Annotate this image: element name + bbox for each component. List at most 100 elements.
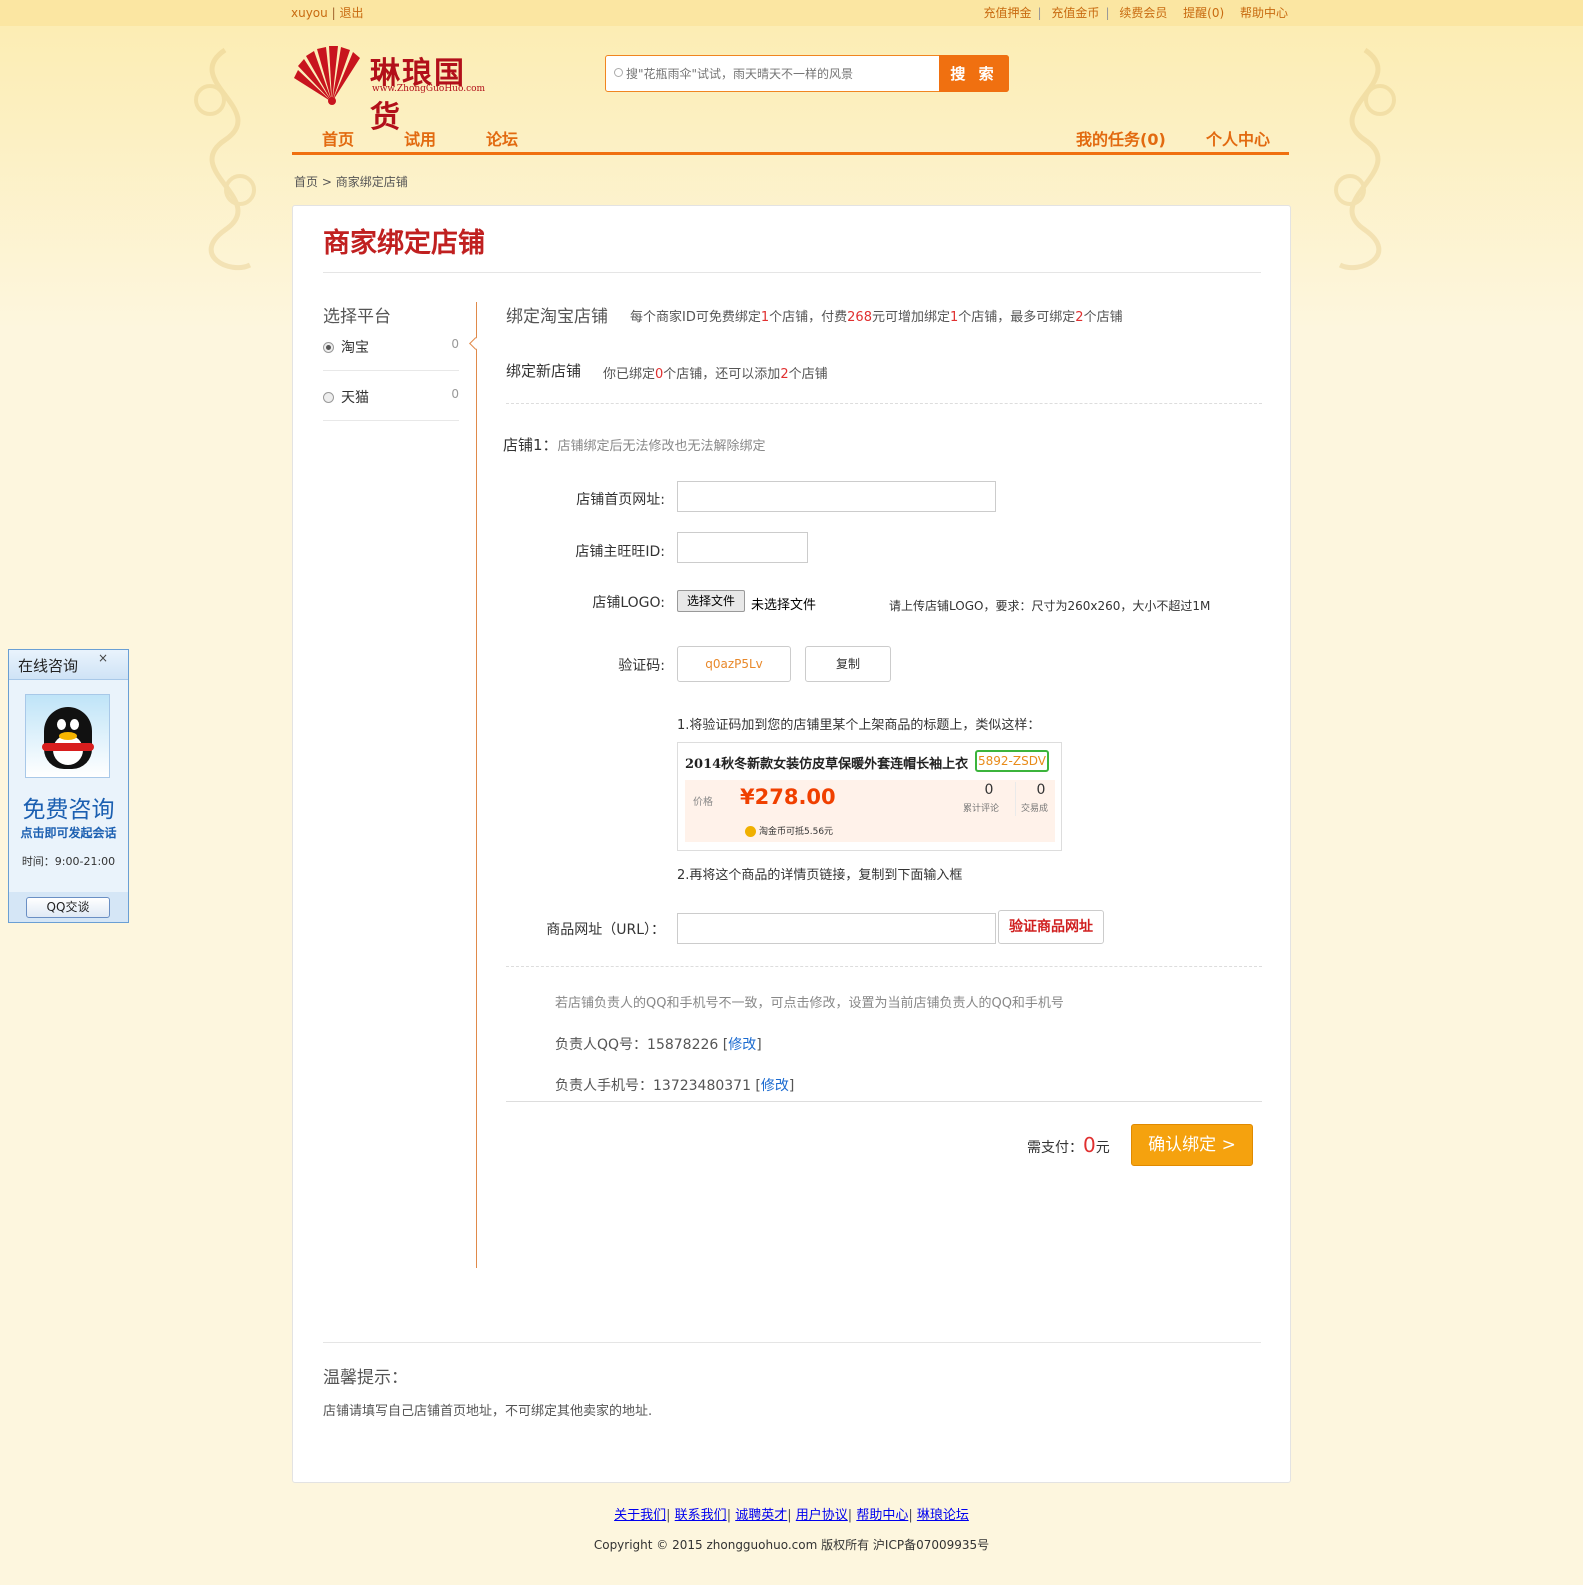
ornament-right xyxy=(1334,47,1396,271)
platform-item-tmall[interactable]: 天猫 0 xyxy=(323,371,459,421)
reviews-count: 0 xyxy=(984,782,994,798)
nav-user-center[interactable]: 个人中心 xyxy=(1206,126,1270,150)
step1-instruction: 1.将验证码加到您的店铺里某个上架商品的标题上，类似这样： xyxy=(677,718,1041,733)
qq-widget-headline[interactable]: 免费咨询 xyxy=(9,790,128,824)
code-label: 验证码: xyxy=(618,658,665,674)
confirm-bind-button[interactable]: 确认绑定 > xyxy=(1131,1124,1253,1166)
reviews-label: 累计评论 xyxy=(963,804,1000,814)
product-url-input[interactable] xyxy=(677,913,996,944)
price-label: 价格 xyxy=(693,797,713,808)
bind-taobao-heading: 绑定淘宝店铺 xyxy=(506,307,608,327)
vertical-divider xyxy=(476,302,477,1268)
qq-label: 负责人QQ号： xyxy=(555,1037,648,1053)
footer-careers-link[interactable]: 诚聘英才 xyxy=(735,1508,787,1523)
phone-number: 13723480371 xyxy=(653,1078,751,1094)
choose-file-button[interactable]: 选择文件 xyxy=(677,590,745,612)
top-bar: xuyou | 退出 充值押金 | 充值金币 | 续费会员 提醒(0) 帮助中心 xyxy=(0,0,1583,26)
coin-icon xyxy=(745,826,756,837)
footer-about-link[interactable]: 关于我们 xyxy=(614,1508,666,1523)
sample-price-box: 价格 ¥278.00 0 累计评论 0 交易成 淘金币可抵5.56元 xyxy=(685,780,1055,842)
pay-number: 0 xyxy=(1083,1133,1096,1157)
search-bar: 搜 索 xyxy=(605,55,1009,92)
qq-widget-header: 在线咨询 × xyxy=(9,650,128,680)
search-input[interactable] xyxy=(612,56,932,91)
contact-qq-row: 负责人QQ号：15878226 [修改] xyxy=(555,1037,762,1053)
sample-product-title: 2014秋冬新款女装仿皮草保暖外套连帽长袖上衣 xyxy=(685,757,969,772)
shop1-note: 店铺绑定后无法修改也无法解除绑定 xyxy=(557,439,766,454)
copy-button[interactable]: 复制 xyxy=(805,646,891,682)
platform-count: 0 xyxy=(451,337,459,351)
main-panel: 商家绑定店铺 选择平台 淘宝 0 天猫 0 绑定淘宝店铺 每个商家ID可免费绑定… xyxy=(292,205,1291,1483)
sample-code-highlight: 5892-ZSDV xyxy=(975,750,1049,772)
shop1-title: 店铺1： xyxy=(503,436,558,454)
product-url-label: 商品网址（URL）： xyxy=(546,922,665,938)
help-center-link[interactable]: 帮助中心 xyxy=(1240,6,1288,20)
nav-forum[interactable]: 论坛 xyxy=(486,126,518,150)
qq-chat-button[interactable]: QQ交谈 xyxy=(26,897,110,918)
coin-note: 淘金币可抵5.56元 xyxy=(745,824,833,837)
pointer-arrow-icon xyxy=(469,337,482,350)
qq-widget-footer: QQ交谈 xyxy=(9,892,128,922)
qq-widget-hours: 时间：9:00-21:00 xyxy=(21,855,116,868)
shop-url-input[interactable] xyxy=(677,481,996,512)
fan-logo-icon xyxy=(294,46,360,105)
logo-url: www.ZhongGuoHuo.com xyxy=(372,84,486,94)
contact-note: 若店铺负责人的QQ和手机号不一致，可点击修改，设置为当前店铺负责人的QQ和手机号 xyxy=(555,996,1064,1011)
payment-amount: 需支付：0元 xyxy=(1027,1133,1110,1157)
footer-agreement-link[interactable]: 用户协议 xyxy=(796,1508,848,1523)
divider xyxy=(1015,782,1016,816)
search-button[interactable]: 搜 索 xyxy=(939,55,1009,92)
penguin-icon xyxy=(42,707,94,769)
site-logo[interactable]: 琳琅国货 www.ZhongGuoHuo.com xyxy=(292,44,492,135)
dashed-divider xyxy=(506,403,1262,404)
radio-icon[interactable] xyxy=(323,392,334,403)
shop1-header: 店铺1：店铺绑定后无法修改也无法解除绑定 xyxy=(503,434,766,455)
dashed-divider xyxy=(506,966,1262,967)
footer-forum-link[interactable]: 琳琅论坛 xyxy=(917,1508,969,1523)
edit-phone-link[interactable]: 修改 xyxy=(761,1078,789,1094)
divider xyxy=(323,272,1261,273)
recharge-deposit-link[interactable]: 充值押金 xyxy=(984,6,1032,20)
pay-unit: 元 xyxy=(1095,1140,1110,1156)
logo-label: 店铺LOGO: xyxy=(592,595,665,611)
footer-contact-link[interactable]: 联系我们 xyxy=(675,1508,727,1523)
username-link[interactable]: xuyou xyxy=(291,6,328,20)
footer-help-link[interactable]: 帮助中心 xyxy=(856,1508,908,1523)
breadcrumb-home[interactable]: 首页 xyxy=(294,175,318,189)
wangwang-id-input[interactable] xyxy=(677,532,808,563)
close-icon[interactable]: × xyxy=(98,651,108,665)
wangwang-label: 店铺主旺旺ID: xyxy=(575,544,665,560)
nav-home[interactable]: 首页 xyxy=(322,126,354,150)
contact-phone-row: 负责人手机号：13723480371 [修改] xyxy=(555,1078,795,1094)
radio-selected-icon[interactable] xyxy=(323,342,334,353)
logo-hint: 请上传店铺LOGO，要求：尺寸为260x260，大小不超过1M xyxy=(889,599,1211,613)
divider xyxy=(323,1342,1261,1343)
new-shop-heading: 绑定新店铺 xyxy=(506,362,582,380)
step2-instruction: 2.再将这个商品的详情页链接，复制到下面输入框 xyxy=(677,868,963,883)
file-status: 未选择文件 xyxy=(751,598,817,613)
ornament-left xyxy=(194,47,256,271)
qq-widget-title: 在线咨询 xyxy=(18,657,79,675)
tips-text: 店铺请填写自己店铺首页地址，不可绑定其他卖家的地址. xyxy=(323,1404,653,1419)
qq-number: 15878226 xyxy=(647,1037,719,1053)
breadcrumb: 首页 > 商家绑定店铺 xyxy=(294,173,408,190)
verify-product-url-button[interactable]: 验证商品网址 xyxy=(998,910,1104,944)
renew-membership-link[interactable]: 续费会员 xyxy=(1119,6,1167,20)
platform-label: 淘宝 xyxy=(341,340,369,356)
nav-my-tasks[interactable]: 我的任务(0) xyxy=(1076,126,1166,150)
recharge-coins-link[interactable]: 充值金币 xyxy=(1051,6,1099,20)
shop-url-label: 店铺首页网址: xyxy=(576,492,665,508)
deals-label: 交易成 xyxy=(1021,804,1049,814)
reminders-link[interactable]: 提醒(0) xyxy=(1183,6,1224,20)
breadcrumb-current: 商家绑定店铺 xyxy=(335,175,408,189)
qq-widget-sub: 点击即可发起会话 xyxy=(20,826,117,840)
platform-label: 天猫 xyxy=(341,390,369,406)
platform-item-taobao[interactable]: 淘宝 0 xyxy=(323,321,459,371)
logout-link[interactable]: 退出 xyxy=(339,6,363,20)
new-shop-desc: 你已绑定0个店铺，还可以添加2个店铺 xyxy=(603,367,828,382)
edit-qq-link[interactable]: 修改 xyxy=(728,1037,756,1053)
platform-count: 0 xyxy=(451,387,459,401)
nav-trial[interactable]: 试用 xyxy=(404,126,436,150)
breadcrumb-sep: > xyxy=(321,175,332,189)
qq-penguin-avatar[interactable] xyxy=(25,694,110,778)
